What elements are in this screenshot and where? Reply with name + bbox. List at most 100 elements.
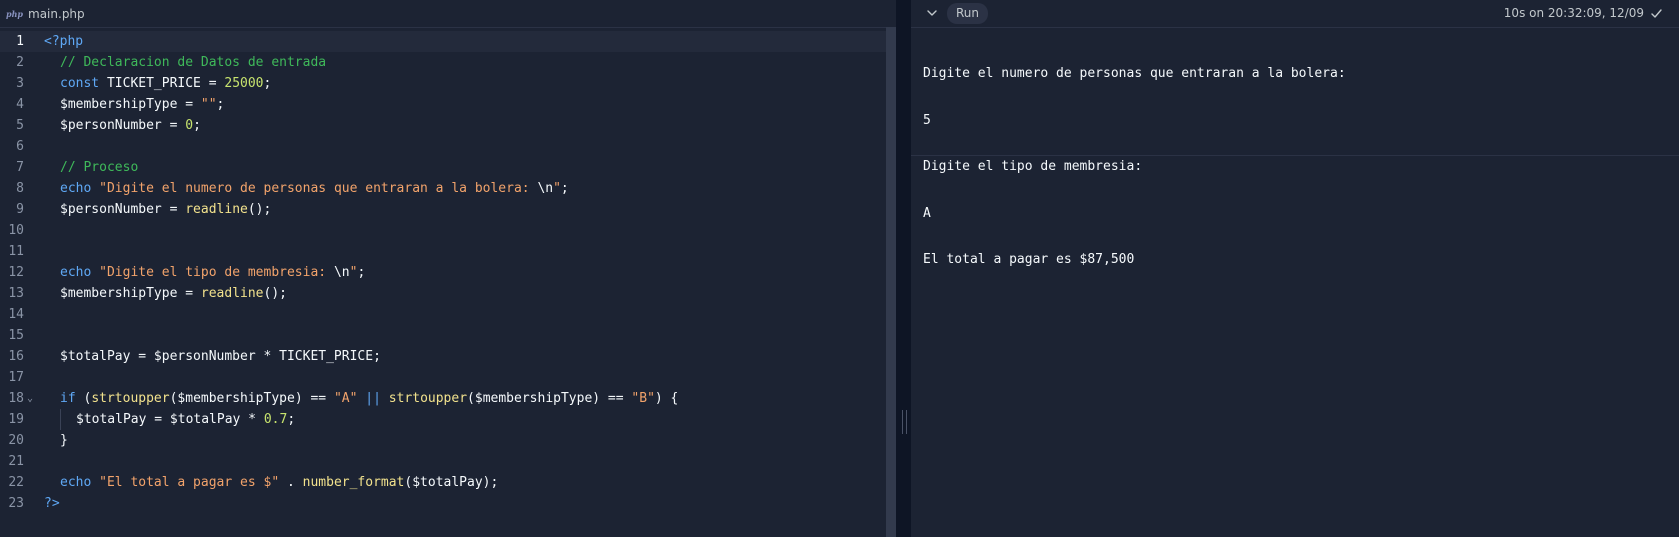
code-line[interactable]: 10 xyxy=(0,220,886,241)
console-output[interactable]: Digite el numero de personas que entrara… xyxy=(923,35,1663,299)
code-text: ; xyxy=(287,412,296,427)
code-line[interactable]: 8 echo "Digite el numero de personas que… xyxy=(0,178,886,199)
console-line: 5 xyxy=(923,112,931,128)
code-keyword: echo xyxy=(60,475,92,490)
code-line[interactable]: 14 xyxy=(0,304,886,325)
code-line[interactable]: 16 $totalPay = $personNumber * TICKET_PR… xyxy=(0,346,886,367)
code-string: "" xyxy=(200,97,217,112)
line-number: 19 xyxy=(8,412,24,427)
replit-workspace: php main.php 1 <?php 2 // Declaracion de… xyxy=(0,0,1679,537)
code-string: "Digite el tipo de membresia: xyxy=(91,265,334,280)
code-function: readline xyxy=(185,202,248,217)
code-line[interactable]: 15 xyxy=(0,325,886,346)
code-escape: \n xyxy=(333,265,350,280)
code-text: (); xyxy=(263,286,287,301)
code-line[interactable]: 23 ?> xyxy=(0,493,886,514)
drag-grip-icon[interactable] xyxy=(902,410,907,434)
code-string: "A" xyxy=(333,391,358,406)
code-number: 0.7 xyxy=(263,412,288,427)
code-escape: \n xyxy=(537,181,554,196)
code-text: $membershipType = xyxy=(60,286,201,301)
code-text: ; xyxy=(357,265,366,280)
code-text: $personNumber = xyxy=(60,202,186,217)
code-line[interactable]: 13 $membershipType = readline(); xyxy=(0,283,886,304)
code-text: ; xyxy=(193,118,201,133)
code-text: (); xyxy=(247,202,272,217)
code-text: ; xyxy=(216,97,225,112)
code-line[interactable]: 9 $personNumber = readline(); xyxy=(0,199,886,220)
code-keyword: const xyxy=(60,76,100,91)
code-area[interactable]: 1 <?php 2 // Declaracion de Datos de ent… xyxy=(0,31,886,537)
line-number: 18 xyxy=(8,391,24,406)
code-string: "B" xyxy=(631,391,655,406)
code-line[interactable]: 20 } xyxy=(0,430,886,451)
line-number: 14 xyxy=(8,307,24,322)
code-text: ; xyxy=(263,76,272,91)
code-comment: // Proceso xyxy=(60,160,139,175)
console-pane: Run 10s on 20:32:09, 12/09 Digite el num… xyxy=(911,0,1679,537)
code-line[interactable]: 7 // Proceso xyxy=(0,157,886,178)
code-text: ) { xyxy=(654,391,679,406)
line-number: 13 xyxy=(8,286,24,301)
php-close-tag: ?> xyxy=(44,496,60,511)
chevron-down-icon[interactable] xyxy=(925,6,939,20)
indent-guide xyxy=(60,409,61,430)
console-header: Run 10s on 20:32:09, 12/09 xyxy=(911,0,1679,28)
code-text: ($membershipType) == xyxy=(169,391,334,406)
code-function: strtoupper xyxy=(91,391,170,406)
code-line[interactable]: 22 echo "El total a pagar es $" . number… xyxy=(0,472,886,493)
code-comment: // Declaracion de Datos de entrada xyxy=(60,55,327,70)
line-number: 17 xyxy=(8,370,24,385)
php-open-tag: <?php xyxy=(44,34,84,49)
line-number: 11 xyxy=(8,244,24,259)
code-line[interactable]: 6 xyxy=(0,136,886,157)
line-number: 5 xyxy=(16,118,24,133)
code-line[interactable]: 17 xyxy=(0,367,886,388)
code-keyword: echo xyxy=(60,181,92,196)
console-line: A xyxy=(923,205,931,221)
code-text: } xyxy=(60,433,68,448)
line-number: 3 xyxy=(16,76,24,91)
code-string: "El total a pagar es $" xyxy=(91,475,280,490)
code-text: $membershipType = xyxy=(60,97,201,112)
code-function: number_format xyxy=(302,475,405,490)
line-number: 4 xyxy=(16,97,24,112)
php-file-icon: php xyxy=(6,9,24,19)
console-divider xyxy=(911,155,1679,156)
code-text: TICKET_PRICE = xyxy=(99,76,225,91)
run-status: 10s on 20:32:09, 12/09 xyxy=(1504,6,1663,20)
code-line[interactable]: 19 $totalPay = $totalPay * 0.7; xyxy=(0,409,886,430)
code-line[interactable]: 2 // Declaracion de Datos de entrada xyxy=(0,52,886,73)
code-line[interactable]: 4 $membershipType = ""; xyxy=(0,94,886,115)
code-text: $totalPay = $totalPay * xyxy=(76,412,264,427)
code-editor[interactable]: php main.php 1 <?php 2 // Declaracion de… xyxy=(0,0,896,537)
code-line[interactable]: 21 xyxy=(0,451,886,472)
code-keyword: echo xyxy=(60,265,92,280)
line-number: 12 xyxy=(8,265,24,280)
editor-scrollbar[interactable] xyxy=(886,27,896,537)
code-text: ; xyxy=(560,181,569,196)
code-function: strtoupper xyxy=(388,391,468,406)
run-status-text: 10s on 20:32:09, 12/09 xyxy=(1503,6,1644,20)
check-icon xyxy=(1651,8,1662,18)
code-text: ($totalPay); xyxy=(404,475,499,490)
console-line: Digite el tipo de membresia: xyxy=(923,159,1143,174)
code-line[interactable]: 18 ⌄ if (strtoupper($membershipType) == … xyxy=(0,388,886,409)
code-text: ( xyxy=(75,391,92,406)
console-line: El total a pagar es $87,500 xyxy=(923,252,1135,267)
code-number: 0 xyxy=(185,118,194,133)
pane-resize-handle[interactable] xyxy=(896,0,911,537)
code-text: ($membershipType) == xyxy=(467,391,632,406)
run-button[interactable]: Run xyxy=(947,3,989,24)
fold-chevron-icon[interactable]: ⌄ xyxy=(27,388,33,409)
code-line[interactable]: 5 $personNumber = 0; xyxy=(0,115,886,136)
line-number: 9 xyxy=(16,202,24,217)
code-line[interactable]: 1 <?php xyxy=(0,31,886,52)
line-number: 15 xyxy=(8,328,24,343)
code-line[interactable]: 12 echo "Digite el tipo de membresia: \n… xyxy=(0,262,886,283)
code-line[interactable]: 11 xyxy=(0,241,886,262)
line-number: 10 xyxy=(8,223,24,238)
file-tab-main-php[interactable]: php main.php xyxy=(6,6,85,22)
code-line[interactable]: 3 const TICKET_PRICE = 25000; xyxy=(0,73,886,94)
code-function: readline xyxy=(200,286,264,301)
